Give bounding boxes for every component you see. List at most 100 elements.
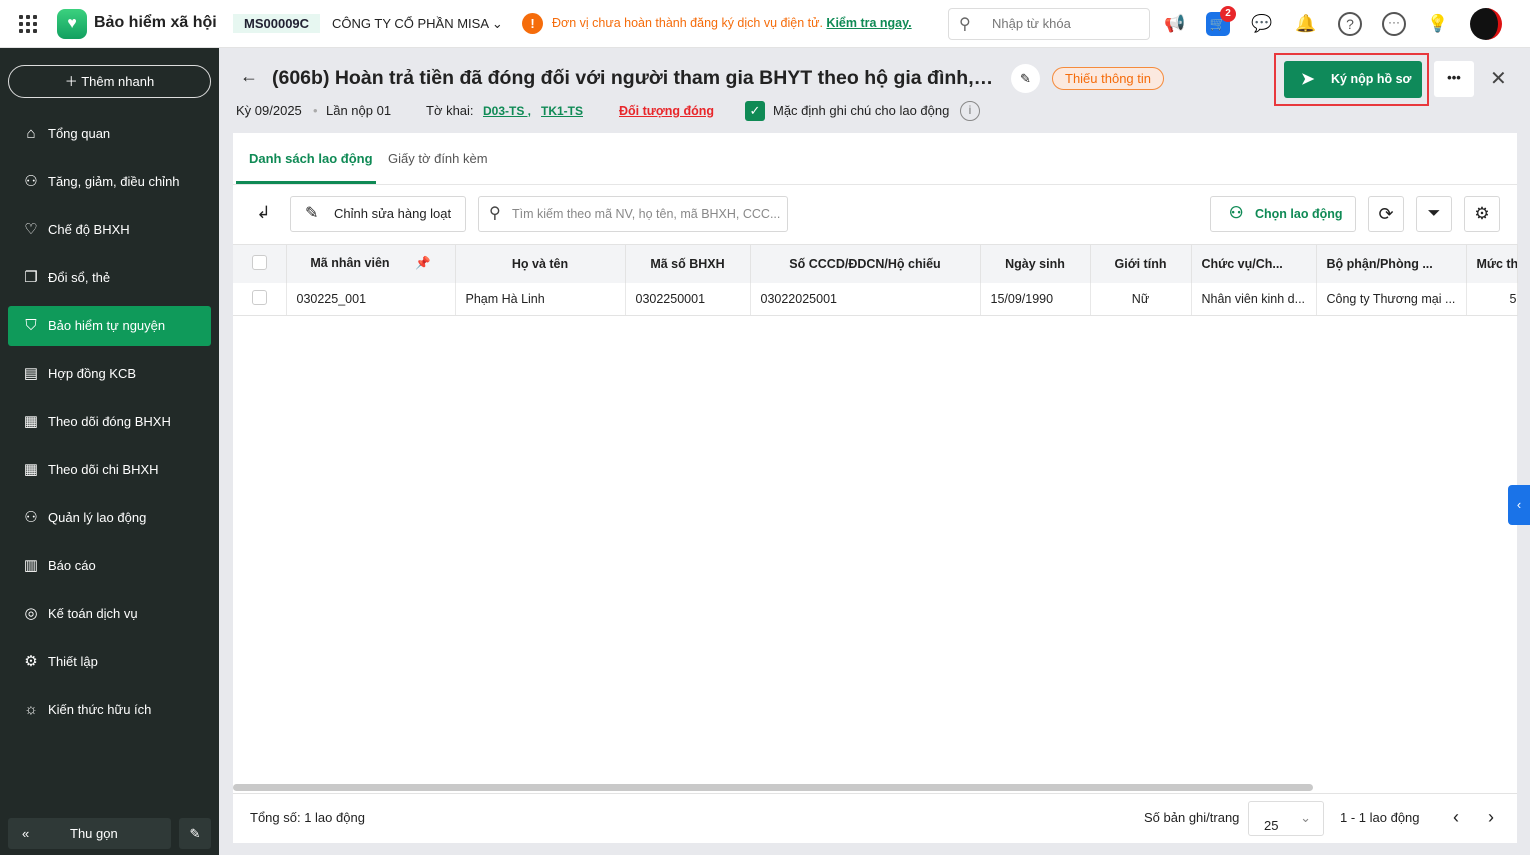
default-note-checkbox[interactable]: ✓ — [745, 101, 765, 121]
select-all-checkbox[interactable] — [251, 254, 267, 270]
close-icon[interactable]: ✕ — [1490, 66, 1507, 91]
tab-employee-list[interactable]: Danh sách lao động — [249, 151, 373, 166]
column-header[interactable]: Mã nhân viên 📌 — [286, 244, 456, 283]
plus-icon: ＋ — [64, 74, 78, 89]
pin-icon[interactable]: 📌 — [415, 256, 431, 270]
settings-button[interactable]: ⚙ — [1464, 196, 1500, 232]
search-icon: ⚲ — [489, 205, 501, 222]
warning-text: Đơn vị chưa hoàn thành đăng ký dịch vụ đ… — [552, 16, 823, 30]
sidebar-item[interactable]: ⛉ Bảo hiểm tự nguyện — [8, 306, 211, 346]
column-header[interactable]: Mã số BHXH — [625, 244, 751, 283]
sidebar-item[interactable]: ⚇ Tăng, giảm, điều chỉnh — [8, 162, 211, 202]
sidebar-item[interactable]: ▥ Báo cáo — [8, 546, 211, 586]
sidebar-item[interactable]: ⌂ Tổng quan — [8, 114, 211, 154]
prev-page-button[interactable]: ‹ — [1453, 807, 1459, 828]
next-page-button[interactable]: › — [1488, 807, 1494, 828]
sort-arrow-icon: ↲ — [256, 203, 271, 222]
quick-add-button[interactable]: ＋ Thêm nhanh — [8, 65, 211, 98]
table-cell: Công ty Thương mại ... — [1316, 282, 1467, 316]
dot-separator: • — [313, 103, 318, 118]
column-header[interactable]: Số CCCD/ĐDCN/Hộ chiếu — [750, 244, 981, 283]
sidebar-item[interactable]: ▤ Hợp đồng KCB — [8, 354, 211, 394]
page-title: (606b) Hoàn trả tiền đã đóng đối với ngư… — [272, 67, 994, 89]
sidebar-item-icon: ☼ — [24, 701, 38, 718]
chevron-down-icon: ⌄ — [491, 16, 503, 31]
cart-badge: 2 — [1220, 6, 1236, 22]
sidebar-item-icon: ❐ — [24, 269, 38, 286]
column-header[interactable]: Họ và tên — [455, 244, 626, 283]
employee-search-input[interactable]: ⚲ Tìm kiếm theo mã NV, họ tên, mã BHXH, C… — [478, 196, 788, 232]
table-cell: 15/09/1990 — [980, 282, 1091, 316]
sidebar-item[interactable]: ☼ Kiến thức hữu ích — [8, 690, 211, 730]
sidebar-item[interactable]: ⚙ Thiết lập — [8, 642, 211, 682]
column-header[interactable]: Chức vụ/Ch... — [1191, 244, 1317, 283]
more-options-button[interactable]: ••• — [1434, 61, 1474, 97]
lightbulb-icon[interactable]: 💡 — [1426, 12, 1450, 36]
subject-link[interactable]: Đối tượng đóng — [619, 104, 714, 118]
table-header-row: Mã nhân viên 📌 Họ và tên Mã số BHXH Số C… — [233, 244, 1518, 283]
table-row[interactable]: 030225_001 Phạm Hà Linh 0302250001 03022… — [233, 282, 1518, 316]
help-icon[interactable]: ? — [1338, 12, 1362, 36]
sidebar-item-icon: ▦ — [23, 461, 39, 478]
form-link-d03[interactable]: D03-TS , — [483, 104, 531, 118]
form-link-tk1[interactable]: TK1-TS — [541, 104, 583, 118]
choose-employee-button[interactable]: ⚇ Chọn lao động — [1210, 196, 1356, 232]
sidebar-item[interactable]: ♡ Chế độ BHXH — [8, 210, 211, 250]
refresh-icon: ⟳ — [1378, 204, 1394, 224]
sidebar-item[interactable]: ❐ Đổi sổ, thẻ — [8, 258, 211, 298]
table-cell: 03022025001 — [750, 282, 981, 316]
table-cell: 030225_001 — [286, 282, 456, 316]
table-footer: Tổng số: 1 lao động Số bản ghi/trang 25 ⌄… — [233, 793, 1517, 843]
sidebar-item[interactable]: ◎ Kế toán dịch vụ — [8, 594, 211, 634]
side-drawer-toggle[interactable]: ‹ — [1508, 485, 1530, 525]
warning-icon: ! — [522, 13, 543, 34]
user-add-icon: ⚇ — [1229, 205, 1244, 222]
more-apps-icon[interactable]: ··· — [1382, 12, 1406, 36]
pencil-icon: ✎ — [1020, 71, 1031, 86]
column-header[interactable]: Giới tính — [1090, 244, 1192, 283]
sidebar-item-icon: ▤ — [23, 365, 39, 382]
sidebar-item-label: Bảo hiểm tự nguyện — [48, 318, 166, 333]
column-header[interactable]: Mức th — [1466, 244, 1518, 283]
sort-button[interactable]: ↲ — [251, 196, 276, 232]
info-icon[interactable]: i — [960, 101, 980, 121]
sidebar-item[interactable]: ⚇ Quản lý lao động — [8, 498, 211, 538]
megaphone-icon[interactable]: 📢 — [1163, 12, 1187, 36]
bell-icon[interactable]: 🔔 — [1294, 12, 1318, 36]
collapse-sidebar-button[interactable]: « Thu gọn — [8, 818, 171, 849]
sidebar-item-label: Tăng, giảm, điều chỉnh — [48, 174, 180, 189]
back-button[interactable]: ← — [240, 66, 258, 87]
apps-grid-icon[interactable] — [19, 15, 37, 33]
sidebar-item-icon: ⌂ — [26, 125, 36, 142]
horizontal-scrollbar[interactable] — [233, 784, 1313, 791]
sidebar-item-label: Thiết lập — [48, 654, 98, 669]
avatar[interactable] — [1470, 8, 1502, 40]
filter-button[interactable]: ⏷ — [1416, 196, 1452, 232]
filter-icon: ⏷ — [1427, 205, 1441, 222]
per-page-value: 25 — [1264, 818, 1279, 833]
edit-title-button[interactable]: ✎ — [1011, 64, 1040, 93]
chevron-down-icon: ⌄ — [1300, 810, 1311, 825]
total-count: Tổng số: 1 lao động — [250, 810, 365, 825]
sidebar: ＋ Thêm nhanh ⌂ Tổng quan ⚇ Tăng, giảm, điều… — [0, 48, 219, 855]
per-page-label: Số bản ghi/trang — [1144, 810, 1240, 825]
bulk-edit-button[interactable]: ✎ Chỉnh sửa hàng loạt — [290, 196, 466, 232]
row-checkbox[interactable] — [251, 289, 267, 305]
refresh-button[interactable]: ⟳ — [1368, 196, 1404, 232]
choose-employee-label: Chọn lao động — [1255, 207, 1343, 221]
sidebar-item-label: Đổi sổ, thẻ — [48, 270, 111, 285]
tab-attachments[interactable]: Giấy tờ đính kèm — [388, 151, 488, 166]
edit-icon: ✎ — [189, 826, 201, 841]
global-search-input[interactable]: ⚲ Nhập từ khóa — [948, 8, 1150, 40]
company-selector[interactable]: CÔNG TY CỔ PHẦN MISA ⌄ — [332, 16, 503, 32]
chat-icon[interactable]: 💬 — [1250, 12, 1274, 36]
check-now-link[interactable]: Kiểm tra ngay. — [826, 16, 911, 30]
column-header[interactable]: Ngày sinh — [980, 244, 1091, 283]
sidebar-item[interactable]: ▦ Theo dõi chi BHXH — [8, 450, 211, 490]
sidebar-item-icon: ◎ — [24, 605, 38, 622]
sign-submit-button[interactable]: ➤ Ký nộp hồ sơ — [1284, 61, 1422, 98]
per-page-select[interactable]: 25 ⌄ — [1248, 801, 1324, 836]
column-header[interactable]: Bộ phận/Phòng ... — [1316, 244, 1467, 283]
sidebar-item[interactable]: ▦ Theo dõi đóng BHXH — [8, 402, 211, 442]
edit-menu-button[interactable]: ✎ — [179, 818, 211, 849]
